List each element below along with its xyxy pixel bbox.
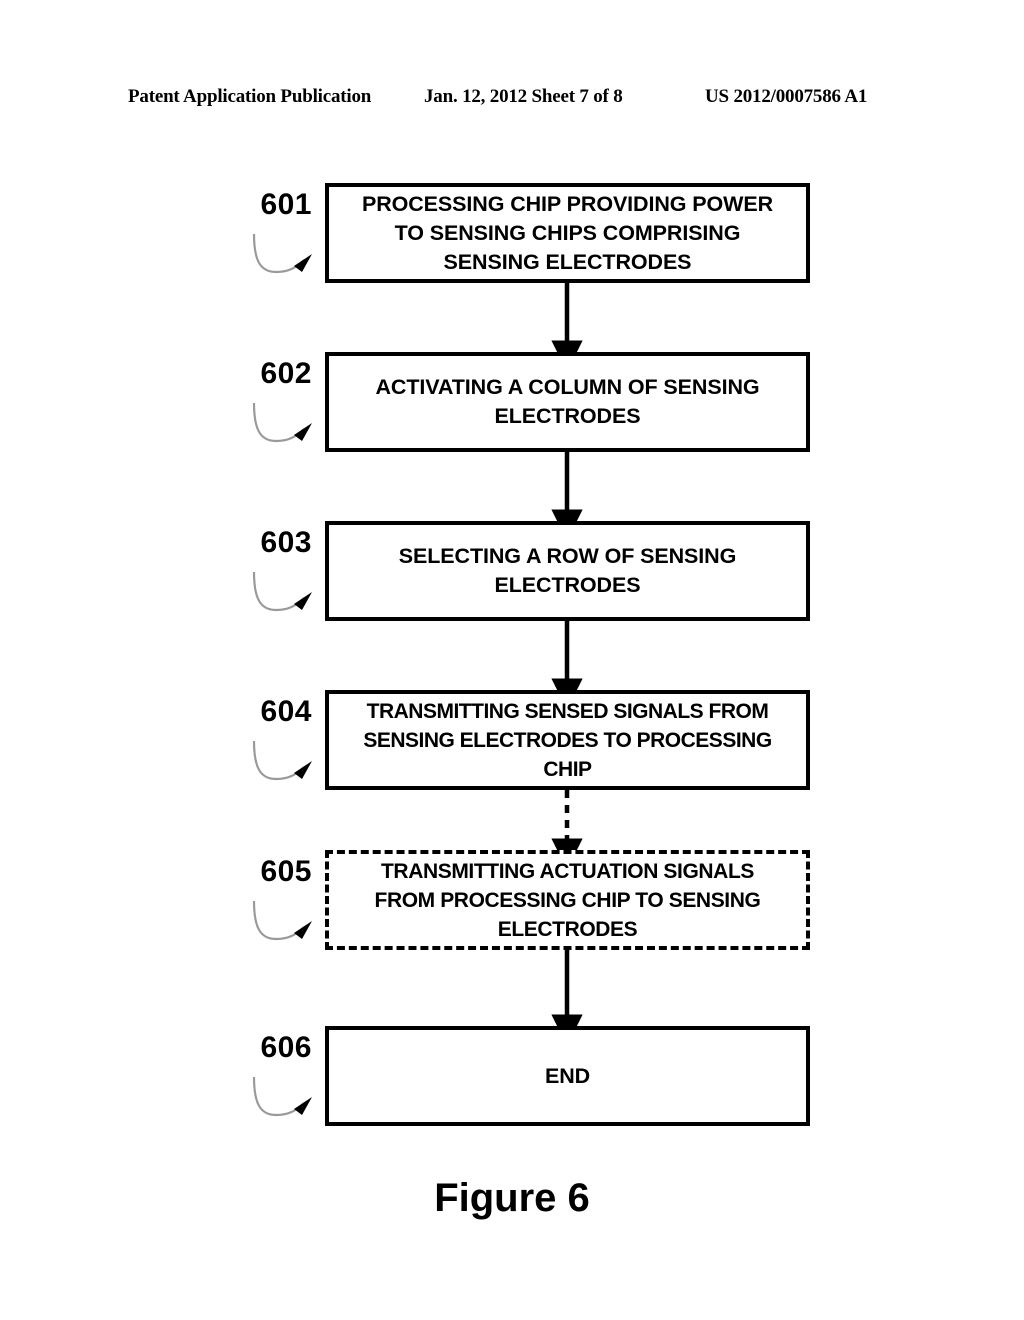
flowchart-step-606-end: END xyxy=(325,1026,810,1126)
flowchart-step-601-label: PROCESSING CHIP PROVIDING POWER TO SENSI… xyxy=(361,191,774,274)
reference-numeral-602: 602 xyxy=(228,357,338,467)
flowchart-step-606-label: END xyxy=(544,1063,591,1088)
reference-numeral-601: 601 xyxy=(228,188,338,298)
flowchart-diagram: PROCESSING CHIP PROVIDING POWER TO SENSI… xyxy=(0,0,1024,1320)
flowchart-step-603: SELECTING A ROW OF SENSING ELECTRODES xyxy=(325,521,810,621)
figure-caption: Figure 6 xyxy=(434,1176,590,1220)
flowchart-step-605-optional: TRANSMITTING ACTUATION SIGNALS FROM PROC… xyxy=(325,850,810,950)
flowchart-step-602: ACTIVATING A COLUMN OF SENSING ELECTRODE… xyxy=(325,352,810,452)
leader-line-icon xyxy=(252,1076,312,1117)
leader-line-icon xyxy=(252,402,312,443)
flowchart-step-601: PROCESSING CHIP PROVIDING POWER TO SENSI… xyxy=(325,183,810,283)
leader-line-icon xyxy=(252,740,312,781)
leader-line-icon xyxy=(252,571,312,612)
flowchart-step-604: TRANSMITTING SENSED SIGNALS FROM SENSING… xyxy=(325,690,810,790)
flowchart-step-602-label: ACTIVATING A COLUMN OF SENSING ELECTRODE… xyxy=(375,375,760,428)
reference-numeral-605: 605 xyxy=(228,855,338,965)
reference-numeral-604: 604 xyxy=(228,695,338,805)
flowchart-step-605-label: TRANSMITTING ACTUATION SIGNALS FROM PROC… xyxy=(374,859,761,941)
reference-numeral-603: 603 xyxy=(228,526,338,636)
leader-line-icon xyxy=(252,900,312,941)
reference-numeral-606: 606 xyxy=(228,1031,338,1141)
flowchart-step-604-label: TRANSMITTING SENSED SIGNALS FROM SENSING… xyxy=(363,699,772,781)
leader-line-icon xyxy=(252,233,312,274)
flowchart-step-603-label: SELECTING A ROW OF SENSING ELECTRODES xyxy=(398,544,737,597)
